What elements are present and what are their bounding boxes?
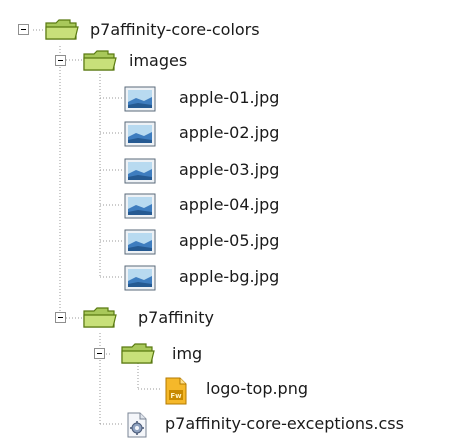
tree-node-images[interactable]: images <box>0 46 250 76</box>
tree-node-label: apple-05.jpg <box>179 231 280 250</box>
image-file-icon <box>124 193 156 223</box>
tree-node-label: apple-03.jpg <box>179 160 280 179</box>
tree-node-label: images <box>129 51 188 70</box>
tree-file-css[interactable]: p7affinity-core-exceptions.css <box>0 409 472 439</box>
tree-node-label: img <box>172 344 203 363</box>
tree-node-label: logo-top.png <box>206 379 309 398</box>
collapse-toggle-icon[interactable] <box>94 348 105 359</box>
image-file-icon <box>124 121 156 151</box>
svg-text:Fw: Fw <box>170 392 182 400</box>
collapse-toggle-icon[interactable] <box>18 24 29 35</box>
tree-file-apple-05[interactable]: apple-05.jpg <box>0 226 330 256</box>
css-gear-file-icon <box>124 412 150 442</box>
image-file-icon <box>124 229 156 259</box>
tree-node-root[interactable]: p7affinity-core-colors <box>0 15 330 45</box>
tree-node-label: p7affinity-core-colors <box>90 20 260 39</box>
tree-node-label: apple-01.jpg <box>179 88 280 107</box>
tree-file-logo-top[interactable]: Fw logo-top.png <box>0 374 330 405</box>
tree-file-apple-04[interactable]: apple-04.jpg <box>0 190 330 220</box>
file-tree: p7affinity-core-colors images apple-01.j… <box>0 0 472 438</box>
fireworks-png-icon: Fw <box>163 377 189 409</box>
collapse-toggle-icon[interactable] <box>55 55 66 66</box>
tree-file-apple-02[interactable]: apple-02.jpg <box>0 118 330 148</box>
folder-open-icon <box>82 306 120 334</box>
folder-open-icon <box>120 342 158 370</box>
image-file-icon <box>124 158 156 188</box>
image-file-icon <box>124 86 156 116</box>
tree-file-apple-bg[interactable]: apple-bg.jpg <box>0 262 330 292</box>
tree-node-label: apple-02.jpg <box>179 123 280 142</box>
tree-node-label: p7affinity-core-exceptions.css <box>165 414 404 433</box>
tree-node-p7affinity[interactable]: p7affinity <box>0 303 250 333</box>
tree-node-label: apple-bg.jpg <box>179 267 280 286</box>
image-file-icon <box>124 265 156 295</box>
collapse-toggle-icon[interactable] <box>55 312 66 323</box>
tree-file-apple-01[interactable]: apple-01.jpg <box>0 83 330 113</box>
tree-node-img[interactable]: img <box>0 339 230 369</box>
tree-node-label: p7affinity <box>138 308 214 327</box>
folder-open-icon <box>82 49 120 77</box>
tree-file-apple-03[interactable]: apple-03.jpg <box>0 155 330 185</box>
folder-open-icon <box>44 18 82 46</box>
tree-node-label: apple-04.jpg <box>179 195 280 214</box>
